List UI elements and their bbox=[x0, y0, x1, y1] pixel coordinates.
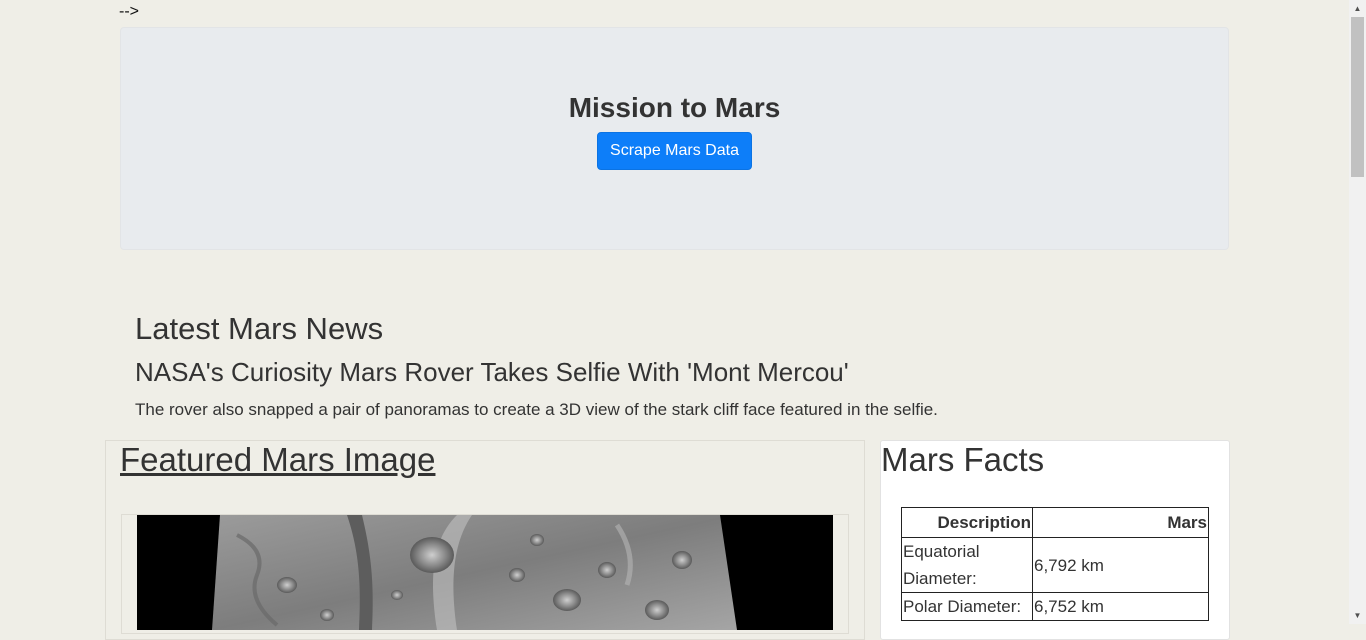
scroll-down-arrow-icon[interactable]: ▼ bbox=[1349, 607, 1366, 624]
news-headline: NASA's Curiosity Mars Rover Takes Selfie… bbox=[135, 357, 849, 387]
scrape-mars-data-button[interactable]: Scrape Mars Data bbox=[597, 132, 752, 170]
mars-facts-table: Description Mars Equatorial Diameter: 6,… bbox=[901, 507, 1209, 621]
featured-image-title-link[interactable]: Featured Mars Image bbox=[120, 441, 435, 479]
mars-facts-title: Mars Facts bbox=[881, 441, 1045, 478]
fact-value: 6,792 km bbox=[1032, 537, 1209, 593]
news-teaser: The rover also snapped a pair of panoram… bbox=[135, 400, 938, 419]
header-jumbotron: Mission to Mars Scrape Mars Data bbox=[120, 27, 1229, 250]
table-header-row: Description Mars bbox=[901, 507, 1209, 538]
scrollbar-thumb[interactable] bbox=[1351, 17, 1364, 177]
featured-mars-image bbox=[137, 515, 833, 630]
news-section-title: Latest Mars News bbox=[135, 311, 384, 346]
stray-comment-text: --> bbox=[119, 3, 139, 20]
table-row: Polar Diameter: 6,752 km bbox=[901, 592, 1209, 621]
page-title: Mission to Mars bbox=[568, 92, 781, 123]
column-header-mars: Mars bbox=[1032, 507, 1209, 538]
fact-label: Polar Diameter: bbox=[901, 592, 1033, 621]
mars-surface-image bbox=[137, 515, 833, 630]
fact-label: Equatorial Diameter: bbox=[901, 537, 1033, 593]
column-header-description: Description bbox=[901, 507, 1033, 538]
scroll-up-arrow-icon[interactable]: ▲ bbox=[1349, 0, 1366, 17]
table-row: Equatorial Diameter: 6,792 km bbox=[901, 537, 1209, 593]
fact-value: 6,752 km bbox=[1032, 592, 1209, 621]
